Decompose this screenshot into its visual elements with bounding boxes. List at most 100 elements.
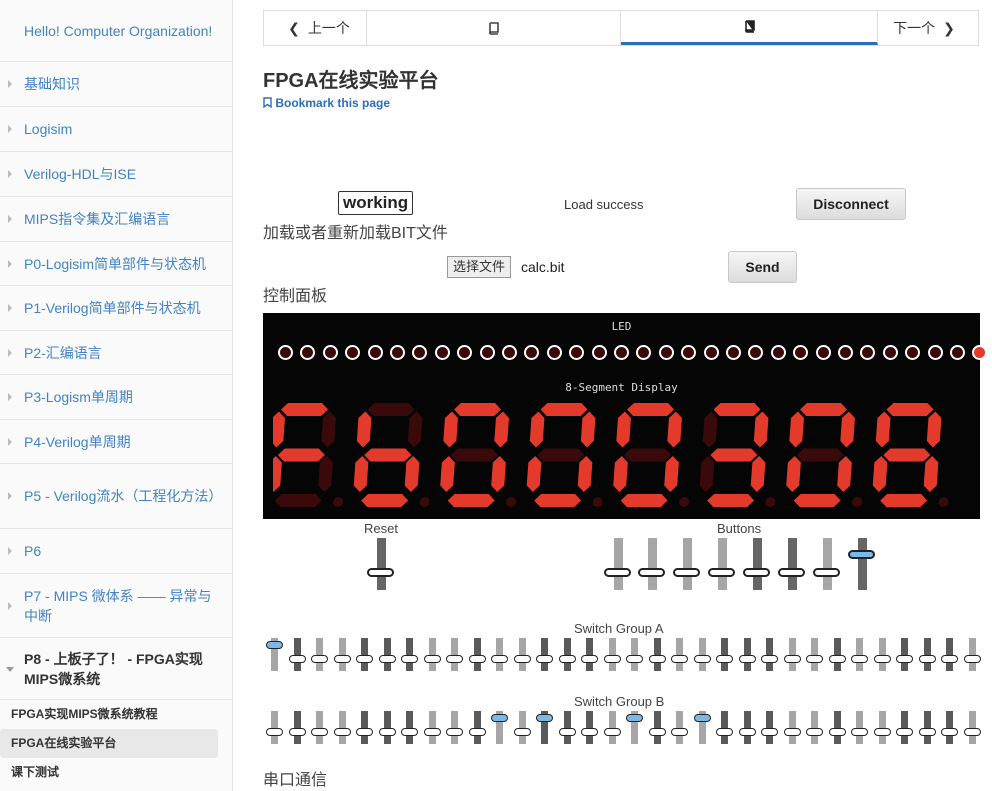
- toggle-switch[interactable]: [333, 711, 351, 744]
- push-button[interactable]: [708, 538, 735, 590]
- push-button[interactable]: [778, 538, 805, 590]
- toggle-switch[interactable]: [963, 638, 981, 671]
- sidebar-item[interactable]: P2-汇编语言: [0, 331, 232, 375]
- toggle-switch[interactable]: [513, 638, 531, 671]
- toggle-switch[interactable]: [581, 638, 598, 671]
- toggle-switch[interactable]: [468, 638, 486, 671]
- toggle-switch[interactable]: [491, 638, 508, 671]
- toggle-switch[interactable]: [333, 638, 351, 671]
- toggle-switch[interactable]: [468, 711, 486, 744]
- sidebar-item[interactable]: P0-Logisim简单部件与状态机: [0, 242, 232, 286]
- toggle-switch[interactable]: [873, 638, 891, 671]
- toggle-switch[interactable]: [423, 711, 441, 744]
- push-button[interactable]: [638, 538, 665, 590]
- toggle-switch[interactable]: [963, 711, 981, 744]
- toggle-switch[interactable]: [806, 638, 823, 671]
- toggle-switch[interactable]: [716, 638, 733, 671]
- sidebar-item[interactable]: P5 - Verilog流水（工程化方法）: [0, 464, 232, 529]
- choose-file-button[interactable]: 选择文件: [447, 256, 512, 278]
- sidebar-item[interactable]: P3-Logism单周期: [0, 375, 232, 420]
- toggle-switch[interactable]: [828, 711, 846, 744]
- sidebar-subitem[interactable]: FPGA实现MIPS微系统教程: [0, 700, 232, 729]
- push-button[interactable]: [604, 538, 631, 590]
- toggle-switch[interactable]: [738, 638, 756, 671]
- toggle-switch[interactable]: [738, 711, 756, 744]
- toggle-switch[interactable]: [356, 638, 373, 671]
- toggle-switch[interactable]: [603, 711, 621, 744]
- toggle-switch[interactable]: [626, 638, 643, 671]
- toggle-switch[interactable]: [536, 638, 553, 671]
- sidebar-item[interactable]: P1-Verilog简单部件与状态机: [0, 286, 232, 331]
- toggle-switch[interactable]: [401, 638, 418, 671]
- toggle-switch[interactable]: [423, 638, 441, 671]
- toggle-switch[interactable]: [446, 711, 463, 744]
- toggle-switch[interactable]: [671, 638, 688, 671]
- toggle-switch[interactable]: [941, 638, 958, 671]
- toggle-switch[interactable]: [851, 638, 868, 671]
- bookmark-link[interactable]: Bookmark this page: [263, 96, 390, 110]
- toggle-switch[interactable]: [918, 638, 936, 671]
- toggle-switch[interactable]: [648, 711, 666, 744]
- reset-button[interactable]: [367, 538, 394, 590]
- toggle-switch[interactable]: [288, 638, 306, 671]
- toggle-switch[interactable]: [603, 638, 621, 671]
- toggle-switch[interactable]: [288, 711, 306, 744]
- toggle-switch[interactable]: [896, 711, 913, 744]
- send-button[interactable]: Send: [728, 251, 797, 283]
- toggle-switch[interactable]: [783, 638, 801, 671]
- toggle-switch[interactable]: [671, 711, 688, 744]
- segment: [875, 411, 891, 448]
- toggle-switch[interactable]: [378, 638, 396, 671]
- toggle-switch[interactable]: [558, 638, 576, 671]
- sidebar-item[interactable]: P6: [0, 529, 232, 574]
- toggle-switch[interactable]: [513, 711, 531, 744]
- sidebar-subitem[interactable]: FPGA在线实验平台: [0, 729, 218, 758]
- toggle-switch[interactable]: [626, 711, 643, 744]
- prev-page-button[interactable]: ❮ 上一个: [264, 11, 367, 45]
- toggle-switch[interactable]: [491, 711, 508, 744]
- toggle-switch[interactable]: [536, 711, 553, 744]
- toggle-switch[interactable]: [558, 711, 576, 744]
- sidebar-item[interactable]: Verilog-HDL与ISE: [0, 152, 232, 197]
- toggle-switch[interactable]: [941, 711, 958, 744]
- toggle-switch[interactable]: [693, 638, 711, 671]
- push-button[interactable]: [813, 538, 840, 590]
- sidebar-item[interactable]: P4-Verilog单周期: [0, 420, 232, 464]
- sidebar-item[interactable]: Hello! Computer Organization!: [0, 0, 232, 62]
- sidebar-item[interactable]: Logisim: [0, 107, 232, 152]
- toggle-switch[interactable]: [581, 711, 598, 744]
- toggle-switch[interactable]: [716, 711, 733, 744]
- toggle-switch[interactable]: [378, 711, 396, 744]
- toggle-switch[interactable]: [356, 711, 373, 744]
- book-button-active[interactable]: [621, 11, 878, 45]
- book-button[interactable]: [367, 11, 621, 45]
- toggle-switch[interactable]: [311, 638, 328, 671]
- push-button[interactable]: [743, 538, 770, 590]
- toggle-switch[interactable]: [761, 638, 778, 671]
- push-button[interactable]: [673, 538, 700, 590]
- disconnect-button[interactable]: Disconnect: [796, 188, 906, 220]
- segment-digit: [786, 403, 863, 507]
- sidebar-item[interactable]: P8 - 上板子了！ - FPGA实现MIPS微系统: [0, 638, 232, 700]
- toggle-switch[interactable]: [873, 711, 891, 744]
- toggle-switch[interactable]: [266, 711, 283, 744]
- push-button[interactable]: [848, 538, 875, 590]
- sidebar-item[interactable]: P7 - MIPS 微体系 —— 异常与中断: [0, 574, 232, 638]
- toggle-switch[interactable]: [266, 638, 283, 671]
- toggle-switch[interactable]: [311, 711, 328, 744]
- toggle-switch[interactable]: [918, 711, 936, 744]
- toggle-switch[interactable]: [896, 638, 913, 671]
- toggle-switch[interactable]: [693, 711, 711, 744]
- next-page-button[interactable]: 下一个 ❯: [878, 11, 978, 45]
- sidebar-item[interactable]: MIPS指令集及汇编语言: [0, 197, 232, 242]
- toggle-switch[interactable]: [401, 711, 418, 744]
- sidebar-item[interactable]: 基础知识: [0, 62, 232, 107]
- toggle-switch[interactable]: [828, 638, 846, 671]
- toggle-switch[interactable]: [446, 638, 463, 671]
- toggle-switch[interactable]: [648, 638, 666, 671]
- toggle-switch[interactable]: [761, 711, 778, 744]
- toggle-switch[interactable]: [783, 711, 801, 744]
- sidebar-subitem[interactable]: 课下测试: [0, 758, 232, 787]
- toggle-switch[interactable]: [806, 711, 823, 744]
- toggle-switch[interactable]: [851, 711, 868, 744]
